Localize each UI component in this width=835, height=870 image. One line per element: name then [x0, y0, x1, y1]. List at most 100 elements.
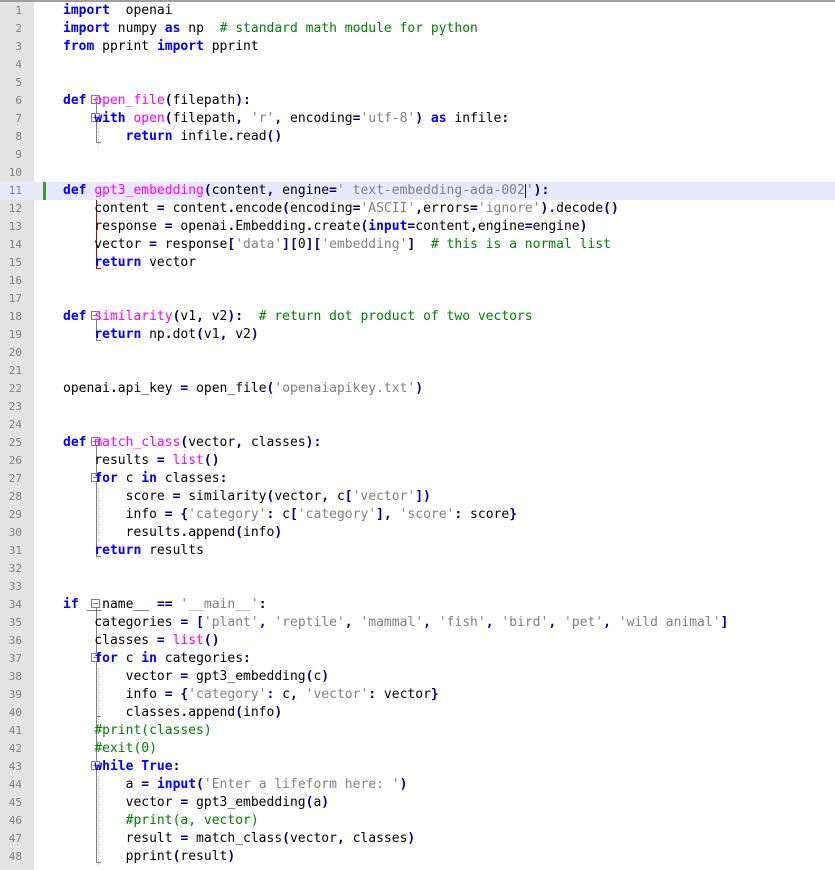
code-token: score: [462, 507, 510, 522]
code-token: ): [235, 93, 244, 108]
code-token: ,: [423, 615, 431, 630]
code-line[interactable]: 27 for c in classes:: [0, 470, 835, 488]
code-token: ,: [603, 615, 611, 630]
code-line[interactable]: 4: [0, 56, 835, 74]
code-token: as: [430, 111, 447, 126]
code-token: infile: [172, 129, 228, 144]
code-line[interactable]: 29 info = {'category': c['category'], 's…: [0, 506, 835, 524]
code-line[interactable]: 44 a = input('Enter a lifeform here: '): [0, 776, 835, 794]
code-token: 'reptile': [274, 615, 345, 630]
code-line[interactable]: 5: [0, 74, 835, 92]
code-line[interactable]: 43 while True:: [0, 758, 835, 776]
code-line[interactable]: 47 result = match_class(vector, classes): [0, 830, 835, 848]
code-line[interactable]: 28 score = similarity(vector, c['vector'…: [0, 488, 835, 506]
code-line[interactable]: 13 response = openai.Embedding.create(in…: [0, 218, 835, 236]
code-token: ): [579, 219, 588, 234]
code-token: c: [274, 507, 290, 522]
code-token: import: [156, 39, 204, 54]
code-token: append: [188, 705, 236, 720]
code-token: =: [164, 687, 173, 702]
code-text: score = similarity(vector, c['vector']): [63, 488, 431, 506]
code-token: import: [63, 21, 110, 36]
code-token: pprint: [203, 39, 259, 54]
code-token: __name__: [78, 597, 157, 612]
code-line[interactable]: 8 return infile.read(): [0, 128, 835, 146]
code-line[interactable]: 38 vector = gpt3_embedding(c): [0, 668, 835, 686]
code-line[interactable]: 22 openai.api_key = open_file('openaiapik…: [0, 380, 835, 398]
code-text: def match_class(vector, classes):: [63, 434, 321, 452]
code-line[interactable]: 14 vector = response['data'][0]['embeddi…: [0, 236, 835, 254]
code-line[interactable]: 23: [0, 398, 835, 416]
code-text: import numpy as np # standard math modul…: [63, 20, 478, 38]
code-token: (: [235, 705, 244, 720]
code-line[interactable]: 40 classes.append(info): [0, 704, 835, 722]
code-token: 'Enter a lifeform here: ': [203, 777, 400, 792]
code-line[interactable]: 30 results.append(info): [0, 524, 835, 542]
code-lines[interactable]: 1 import openai 2 import numpy as np # stan…: [0, 2, 835, 866]
line-number: 48: [8, 850, 22, 863]
code-token: ==: [156, 597, 173, 612]
code-token: filepath: [172, 111, 236, 126]
line-number: 8: [15, 130, 22, 143]
code-token: (: [196, 327, 204, 342]
code-line[interactable]: 2 import numpy as np # standard math modu…: [0, 20, 835, 38]
code-line[interactable]: 31 return results: [0, 542, 835, 560]
code-line[interactable]: 34 if __name__ == '__main__':: [0, 596, 835, 614]
code-line[interactable]: 15 return vector: [0, 254, 835, 272]
code-token: #print(a, vector): [125, 813, 259, 828]
code-line[interactable]: 37 for c in categories:: [0, 650, 835, 668]
code-line[interactable]: 42 #exit(0): [0, 740, 835, 758]
code-line[interactable]: 17: [0, 290, 835, 308]
code-line[interactable]: 12 content = content.encode(encoding='AS…: [0, 200, 835, 218]
code-line[interactable]: 16: [0, 272, 835, 290]
code-text: openai.api_key = open_file('openaiapikey…: [63, 380, 423, 398]
code-line[interactable]: 3 from pprint import pprint: [0, 38, 835, 56]
code-line[interactable]: 32: [0, 560, 835, 578]
code-line[interactable]: 19 return np.dot(v1, v2): [0, 326, 835, 344]
line-number: 11: [8, 184, 22, 197]
code-line[interactable]: 11 def gpt3_embedding(content, engine=' t…: [0, 182, 835, 200]
code-token: a: [63, 777, 142, 792]
code-line[interactable]: 6 def open_file(filepath):: [0, 92, 835, 110]
code-line[interactable]: 9: [0, 146, 835, 164]
code-token: ]): [415, 489, 431, 504]
code-line[interactable]: 25 def match_class(vector, classes):: [0, 434, 835, 452]
code-line[interactable]: 36 classes = list(): [0, 632, 835, 650]
code-line[interactable]: 33: [0, 578, 835, 596]
code-line[interactable]: 18 def similarity(v1, v2): # return dot p…: [0, 308, 835, 326]
code-line[interactable]: 24: [0, 416, 835, 434]
code-line[interactable]: 46 #print(a, vector): [0, 812, 835, 830]
code-editor[interactable]: 1 import openai 2 import numpy as np # stan…: [0, 0, 835, 870]
code-token: infile: [446, 111, 502, 126]
code-line[interactable]: 41 #print(classes): [0, 722, 835, 740]
code-text: results.append(info): [63, 524, 283, 542]
code-token: ,: [274, 111, 283, 126]
code-token: openai: [172, 219, 228, 234]
code-line[interactable]: 20: [0, 344, 835, 362]
code-line[interactable]: 39 info = {'category': c, 'vector': vect…: [0, 686, 835, 704]
code-line[interactable]: 21: [0, 362, 835, 380]
code-line[interactable]: 1 import openai: [0, 2, 835, 20]
code-token: vector: [376, 687, 431, 702]
code-token: .: [109, 381, 118, 396]
code-token: }: [430, 687, 439, 702]
code-token: encoding: [290, 201, 353, 216]
code-line[interactable]: 7 with open(filepath, 'r', encoding='utf…: [0, 110, 835, 128]
code-token: (: [235, 525, 244, 540]
code-token: content: [63, 201, 157, 216]
code-line[interactable]: 48 pprint(result): [0, 848, 835, 866]
code-line[interactable]: 10: [0, 164, 835, 182]
code-token: :: [243, 651, 251, 666]
code-token: (: [164, 111, 173, 126]
code-line[interactable]: 26 results = list(): [0, 452, 835, 470]
code-token: ,: [235, 111, 244, 126]
code-token: ): [250, 327, 259, 342]
code-line[interactable]: 35 categories = ['plant', 'reptile', 'ma…: [0, 614, 835, 632]
code-line[interactable]: 45 vector = gpt3_embedding(a): [0, 794, 835, 812]
code-token: categories: [156, 651, 244, 666]
code-token: 'plant': [203, 615, 259, 630]
